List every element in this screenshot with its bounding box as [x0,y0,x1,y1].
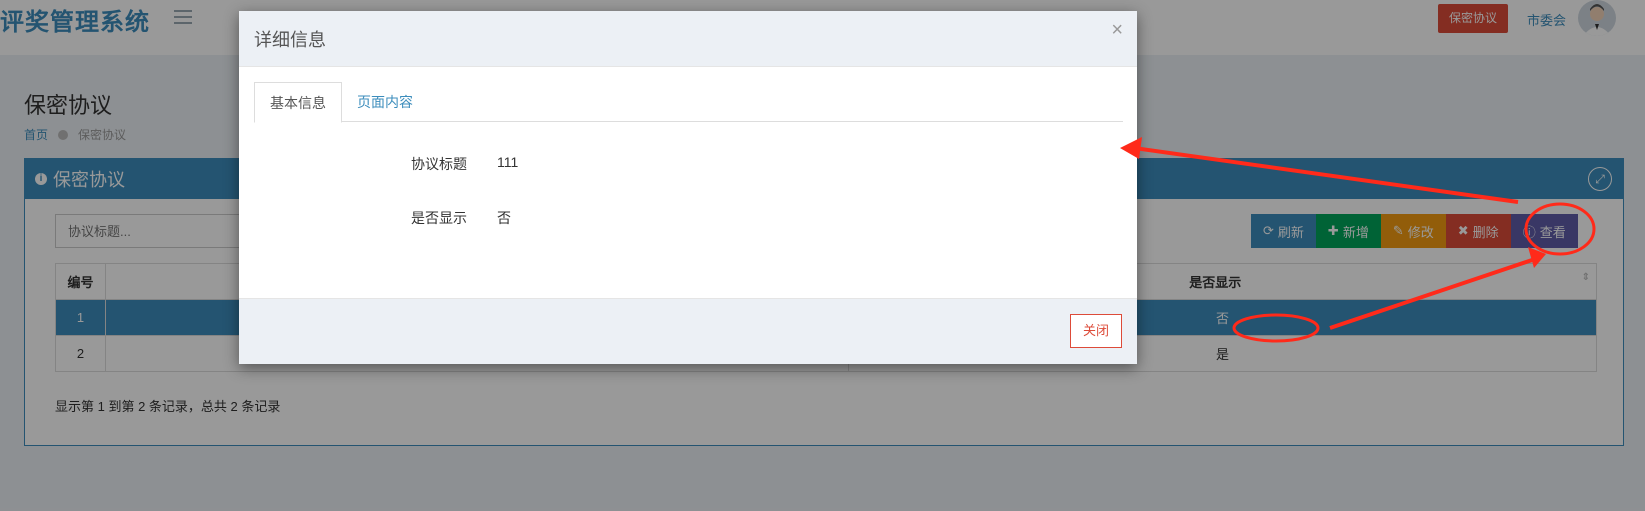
field-value-show: 否 [497,210,511,226]
detail-modal: 详细信息 × 基本信息 页面内容 协议标题 111 是否显示 否 关闭 [239,11,1137,364]
modal-footer: 关闭 [239,298,1137,364]
modal-tabs: 基本信息 页面内容 [254,82,1123,123]
field-row-show: 是否显示 否 [239,208,1137,228]
tab-page-content[interactable]: 页面内容 [342,82,428,123]
field-label-title: 协议标题 [411,156,467,172]
modal-title: 详细信息 [254,29,326,50]
close-icon[interactable]: × [1111,19,1123,42]
field-row-title: 协议标题 111 [239,154,1137,174]
modal-header: 详细信息 [239,11,1137,67]
field-value-title: 111 [497,154,519,170]
tab-basic-info[interactable]: 基本信息 [254,82,342,123]
field-label-show: 是否显示 [411,210,467,226]
close-button[interactable]: 关闭 [1069,314,1122,348]
